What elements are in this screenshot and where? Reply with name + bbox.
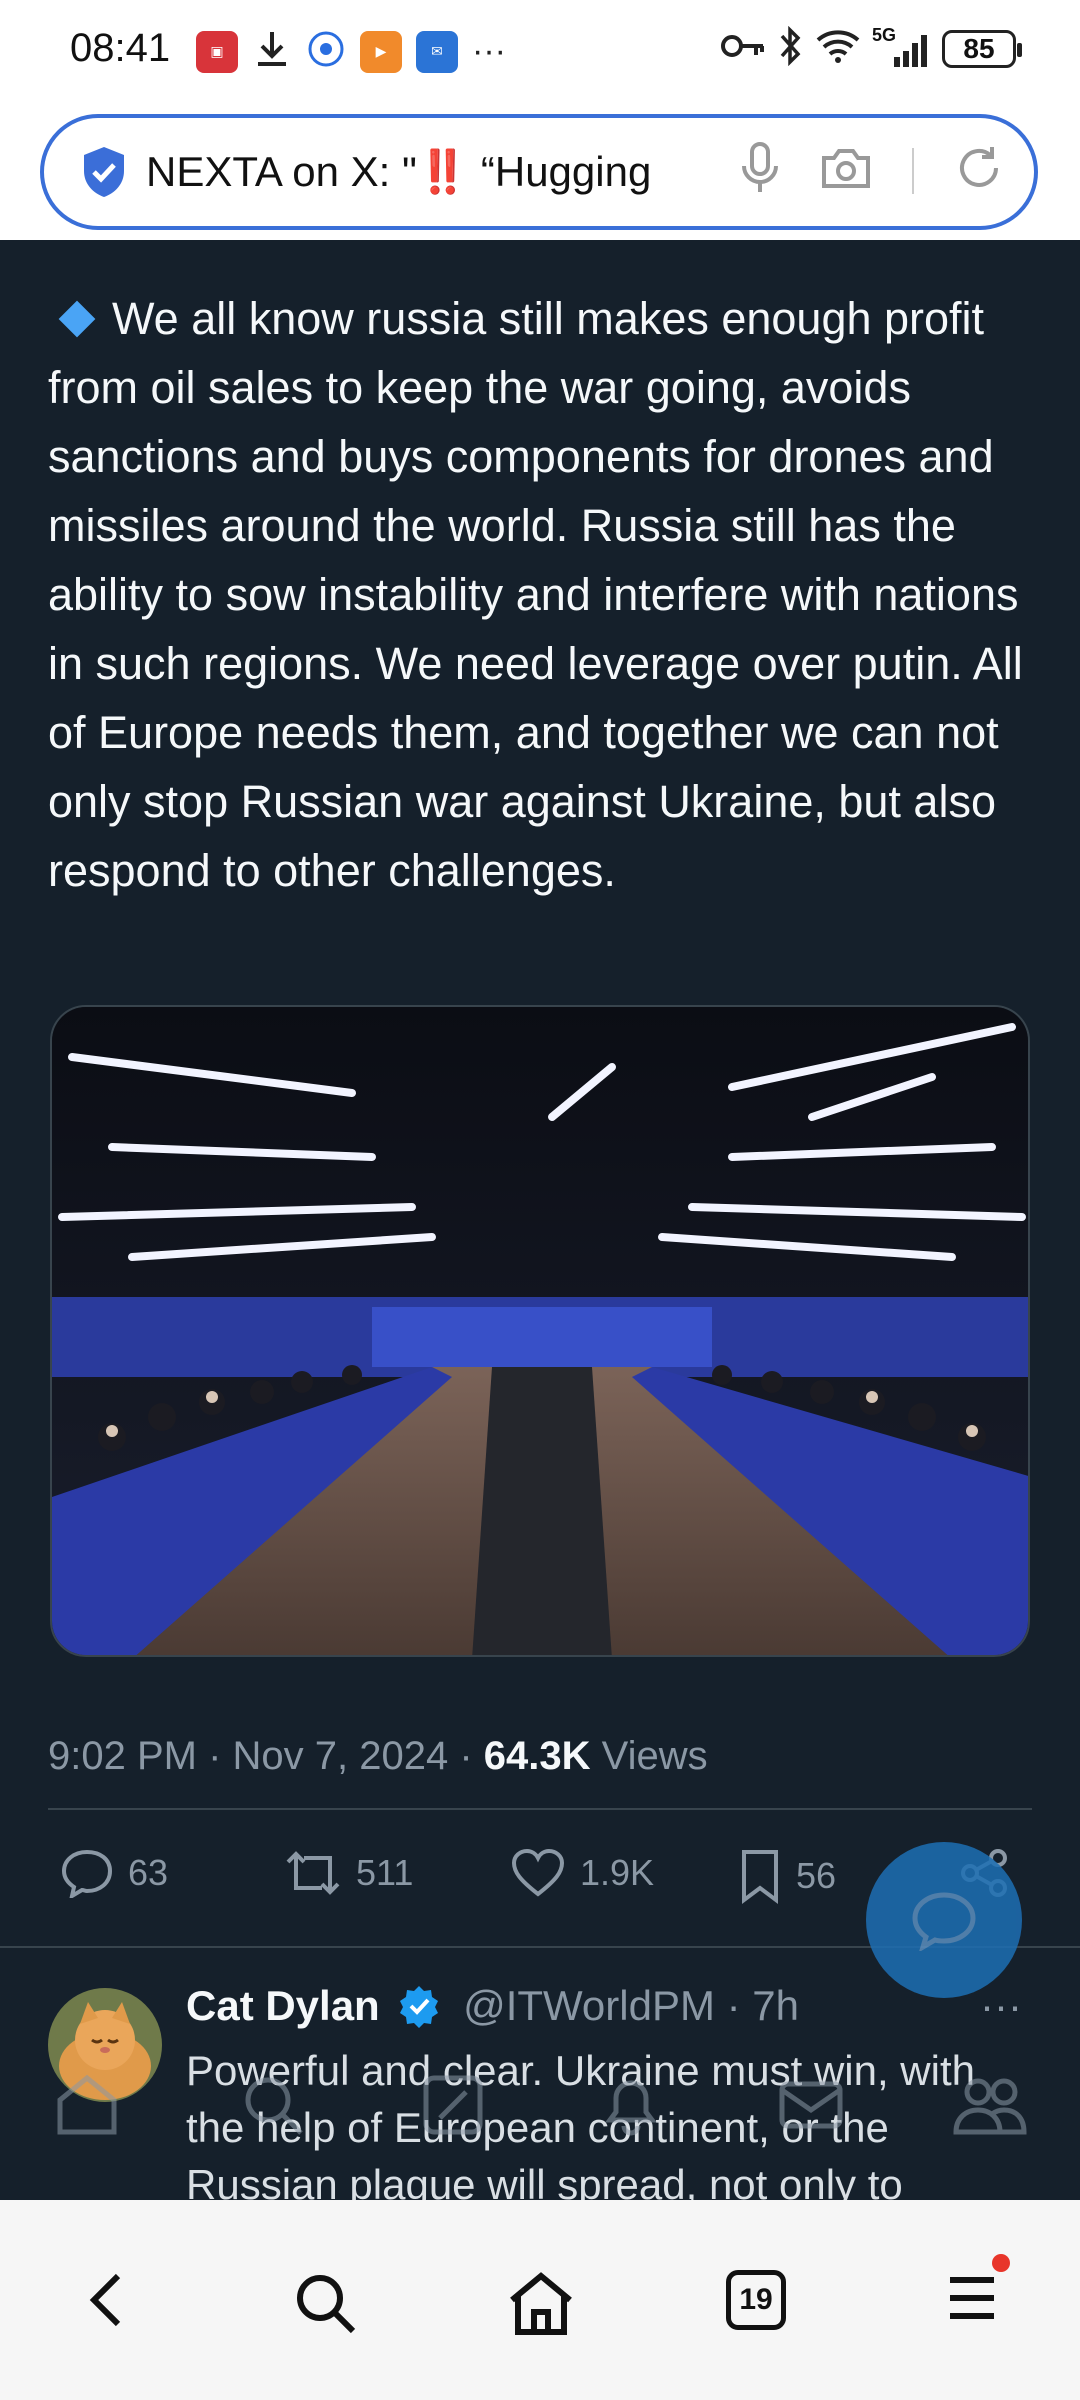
search-tab-icon[interactable] — [238, 2070, 308, 2145]
chevron-left-icon — [89, 2273, 121, 2327]
status-bar: 08:41 ▣ ▶ ✉ ··· 5G 85 — [0, 0, 1080, 100]
repost-icon — [286, 1851, 340, 1895]
search-button[interactable] — [292, 2270, 358, 2341]
search-icon — [297, 2275, 356, 2334]
mic-icon[interactable] — [740, 140, 780, 201]
tabs-button[interactable]: 19 — [726, 2270, 786, 2330]
heart-icon — [511, 1848, 565, 1897]
ifly-icon — [306, 29, 346, 74]
conference-photo — [52, 1007, 1028, 1655]
menu-button[interactable] — [944, 2254, 1010, 2331]
shield-check-icon — [84, 147, 124, 197]
browser-bottom-bar: 19 — [0, 2200, 1080, 2400]
messages-tab-icon[interactable] — [776, 2070, 846, 2145]
reply-icon — [61, 1849, 113, 1898]
back-button[interactable] — [82, 2270, 132, 2335]
grok-tab-icon[interactable] — [418, 2070, 488, 2145]
tweet-timestamp[interactable]: 9:02 PM · Nov 7, 2024 · — [48, 1734, 484, 1778]
bookmark-button[interactable]: 56 — [738, 1848, 836, 1904]
verified-badge-icon — [400, 1986, 439, 2028]
address-bar[interactable]: NEXTA on X: "‼️ “Hugging — [40, 114, 1038, 230]
more-options-icon[interactable]: ··· — [980, 1982, 1022, 2030]
play-icon: ▶ — [360, 30, 402, 73]
home-button[interactable] — [506, 2270, 576, 2341]
tweet-page: We all know russia still makes enough pr… — [0, 240, 1080, 2200]
status-time: 08:41 — [70, 26, 171, 70]
bookmark-icon — [742, 1850, 778, 1904]
like-button[interactable]: 1.9K — [510, 1848, 654, 1898]
views-count: 64.3K — [483, 1734, 591, 1778]
reply-author[interactable]: Cat Dylan @ITWorldPM · 7h — [186, 1982, 799, 2030]
tweet-body: We all know russia still makes enough pr… — [48, 284, 1038, 905]
communities-tab-icon[interactable] — [952, 2070, 1028, 2145]
repost-count: 511 — [356, 1852, 414, 1893]
bluetooth-icon — [778, 25, 804, 71]
chat-bubble-icon — [912, 1892, 976, 1951]
toolbar-divider — [912, 147, 914, 194]
address-text[interactable]: NEXTA on X: "‼️ “Hugging — [146, 148, 686, 197]
notification-icons: ▣ ▶ ✉ ··· — [196, 28, 506, 75]
reply-count: 63 — [128, 1852, 169, 1893]
views-label: Views — [590, 1734, 708, 1778]
x-bottom-nav — [0, 2050, 1080, 2180]
divider — [48, 1808, 1032, 1810]
menu-icon — [950, 2277, 994, 2319]
key-icon — [720, 31, 766, 66]
notification-dot — [992, 2254, 1010, 2272]
signal-icon: 5G — [872, 25, 930, 69]
reload-icon[interactable] — [954, 143, 1004, 198]
tab-count: 19 — [726, 2270, 786, 2330]
home-icon — [510, 2272, 572, 2335]
mail-icon: ✉ — [416, 30, 458, 73]
reply-author-name: Cat Dylan — [186, 1982, 380, 2029]
bookmark-count: 56 — [796, 1855, 837, 1896]
repost-button[interactable]: 511 — [284, 1848, 413, 1898]
tweet-body-text: We all know russia still makes enough pr… — [48, 293, 1023, 896]
battery-indicator: 85 — [942, 29, 1022, 68]
system-icons: 5G 85 — [720, 25, 1022, 71]
wifi-icon — [816, 28, 860, 69]
home-tab-icon[interactable] — [52, 2070, 122, 2145]
download-icon — [252, 28, 292, 75]
reply-handle: @ITWorldPM · 7h — [463, 1982, 799, 2029]
tweet-meta: 9:02 PM · Nov 7, 2024 · 64.3K Views — [48, 1734, 708, 1779]
more-notifications-icon: ··· — [472, 32, 506, 70]
tweet-photo[interactable] — [50, 1005, 1030, 1657]
browser-toolbar: NEXTA on X: "‼️ “Hugging — [0, 100, 1080, 240]
camera-icon[interactable] — [820, 146, 872, 195]
address-bar-actions — [740, 140, 1004, 201]
app-red-icon: ▣ — [196, 30, 238, 73]
blue-diamond-icon — [58, 300, 96, 338]
like-count: 1.9K — [580, 1852, 655, 1893]
notifications-tab-icon[interactable] — [596, 2070, 666, 2145]
compose-fab[interactable] — [866, 1842, 1022, 1998]
network-type: 5G — [872, 24, 897, 45]
reply-button[interactable]: 63 — [60, 1848, 168, 1898]
